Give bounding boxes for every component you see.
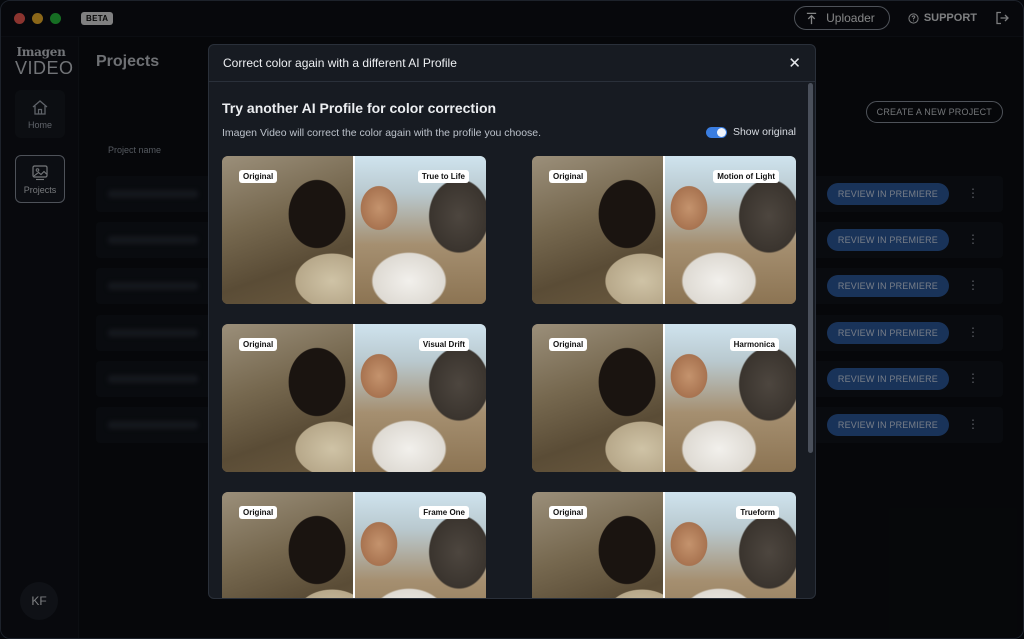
original-tag: Original (239, 506, 278, 519)
show-original-toggle-group: Show original (705, 126, 796, 138)
modal-subtitle: Try another AI Profile for color correct… (222, 100, 497, 116)
profile-card-motion-of-light[interactable]: Original Motion of Light (532, 156, 796, 304)
profile-name-tag: Frame One (419, 506, 469, 519)
profile-name-tag: Visual Drift (418, 338, 469, 351)
app-window: BETA Uploader SUPPORT Imagen VIDEO Home … (0, 0, 1024, 639)
comparison-divider[interactable] (353, 492, 355, 598)
comparison-divider[interactable] (353, 156, 355, 304)
profile-card-visual-drift[interactable]: Original Visual Drift (222, 324, 486, 472)
profile-name-tag: Trueform (736, 506, 779, 519)
profile-card-trueform[interactable]: Original Trueform (532, 492, 796, 598)
profile-name-tag: Motion of Light (713, 170, 779, 183)
modal-body: Try another AI Profile for color correct… (209, 83, 815, 598)
modal-scrollbar[interactable] (808, 83, 813, 453)
show-original-label: Show original (732, 126, 796, 138)
profile-card-true-to-life[interactable]: Original True to Life (222, 156, 486, 304)
comparison-divider[interactable] (663, 492, 665, 598)
original-tag: Original (549, 170, 588, 183)
profile-name-tag: Harmonica (729, 338, 779, 351)
original-tag: Original (549, 338, 588, 351)
original-tag: Original (549, 506, 588, 519)
comparison-divider[interactable] (663, 156, 665, 304)
profile-card-harmonica[interactable]: Original Harmonica (532, 324, 796, 472)
comparison-divider[interactable] (353, 324, 355, 472)
original-tag: Original (239, 338, 278, 351)
profile-card-frame-one[interactable]: Original Frame One (222, 492, 486, 598)
modal-description: Imagen Video will correct the color agai… (222, 127, 542, 139)
modal-title: Correct color again with a different AI … (223, 56, 457, 70)
ai-profile-modal: Correct color again with a different AI … (208, 44, 816, 599)
comparison-divider[interactable] (663, 324, 665, 472)
close-icon[interactable]: ✕ (788, 56, 801, 71)
profile-name-tag: True to Life (417, 170, 469, 183)
modal-header: Correct color again with a different AI … (209, 45, 815, 82)
show-original-toggle[interactable] (705, 126, 727, 138)
original-tag: Original (239, 170, 278, 183)
